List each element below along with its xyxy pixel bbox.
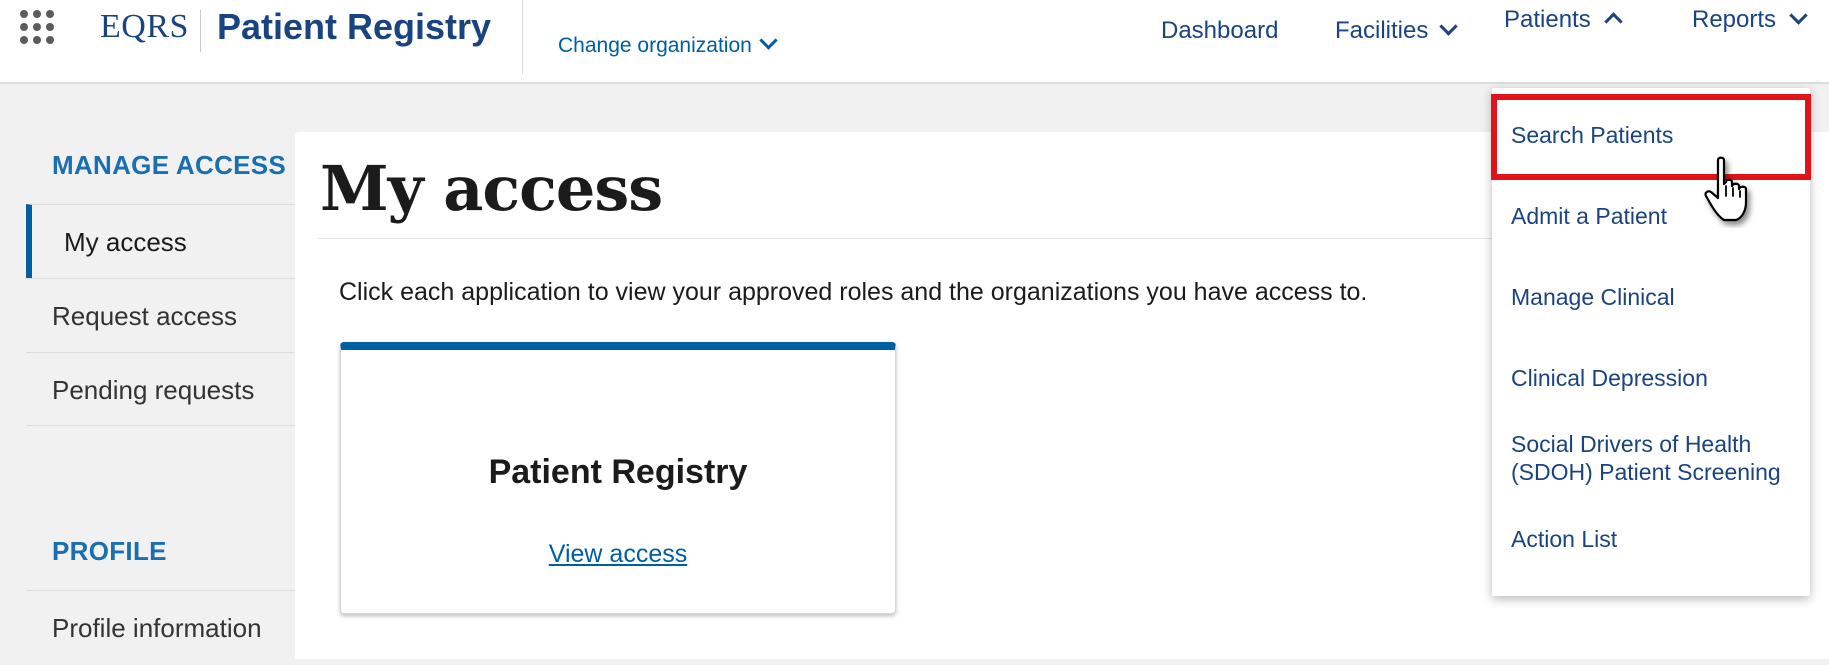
sidebar-item-label: My access: [64, 227, 187, 257]
menu-item-clinical-depression[interactable]: Clinical Depression: [1511, 364, 1708, 392]
menu-item-sdoh-screening[interactable]: Social Drivers of Health (SDOH) Patient …: [1511, 430, 1781, 486]
chevron-down-icon: [1789, 6, 1808, 25]
menu-item-action-list[interactable]: Action List: [1511, 525, 1617, 553]
brand-eqrs[interactable]: EQRS: [100, 8, 189, 46]
menu-item-sdoh-line2: (SDOH) Patient Screening: [1511, 459, 1781, 485]
nav-patients[interactable]: Patients: [1504, 6, 1623, 34]
app-grid-icon[interactable]: [20, 10, 56, 46]
intro-text: Click each application to view your appr…: [339, 278, 1368, 306]
application-card: Patient Registry View access: [340, 342, 896, 614]
menu-item-manage-clinical[interactable]: Manage Clinical: [1511, 283, 1675, 311]
nav-facilities[interactable]: Facilities: [1335, 17, 1459, 45]
brand-divider: [200, 10, 201, 52]
nav-patients-label: Patients: [1504, 6, 1591, 33]
top-header: EQRS Patient Registry Change organizatio…: [0, 0, 1829, 84]
header-divider: [522, 0, 523, 74]
nav-reports[interactable]: Reports: [1692, 6, 1808, 34]
sidebar-item-profile-information[interactable]: Profile information: [26, 590, 295, 664]
nav-facilities-label: Facilities: [1335, 17, 1429, 44]
sidebar: MANAGE ACCESS My access Request access P…: [0, 84, 295, 659]
chevron-up-icon: [1604, 12, 1623, 31]
chevron-down-icon: [1439, 17, 1459, 36]
view-access-link[interactable]: View access: [341, 540, 895, 569]
highlight-box: [1491, 94, 1811, 180]
page-title: My access: [320, 152, 663, 225]
hand-pointer-cursor-icon: [1704, 156, 1748, 222]
nav-dashboard[interactable]: Dashboard: [1161, 17, 1278, 45]
sidebar-item-pending-requests[interactable]: Pending requests: [26, 352, 295, 426]
manage-access-heading: MANAGE ACCESS: [52, 150, 287, 180]
sidebar-item-request-access[interactable]: Request access: [26, 278, 295, 352]
brand-app-name[interactable]: Patient Registry: [217, 6, 491, 48]
sidebar-item-label: Request access: [52, 301, 237, 331]
profile-heading: PROFILE: [52, 536, 167, 566]
nav-dashboard-label: Dashboard: [1161, 17, 1279, 44]
sidebar-item-label: Pending requests: [52, 375, 255, 405]
change-organization-button[interactable]: Change organization: [558, 31, 778, 58]
sidebar-item-label: Profile information: [52, 613, 262, 643]
nav-reports-label: Reports: [1692, 6, 1777, 33]
chevron-down-icon: [759, 31, 778, 50]
menu-item-admit-patient[interactable]: Admit a Patient: [1511, 202, 1667, 230]
application-card-title: Patient Registry: [488, 453, 748, 491]
change-organization-label: Change organization: [558, 34, 752, 57]
menu-item-sdoh-line1: Social Drivers of Health: [1511, 431, 1752, 457]
sidebar-item-my-access[interactable]: My access: [26, 204, 295, 278]
